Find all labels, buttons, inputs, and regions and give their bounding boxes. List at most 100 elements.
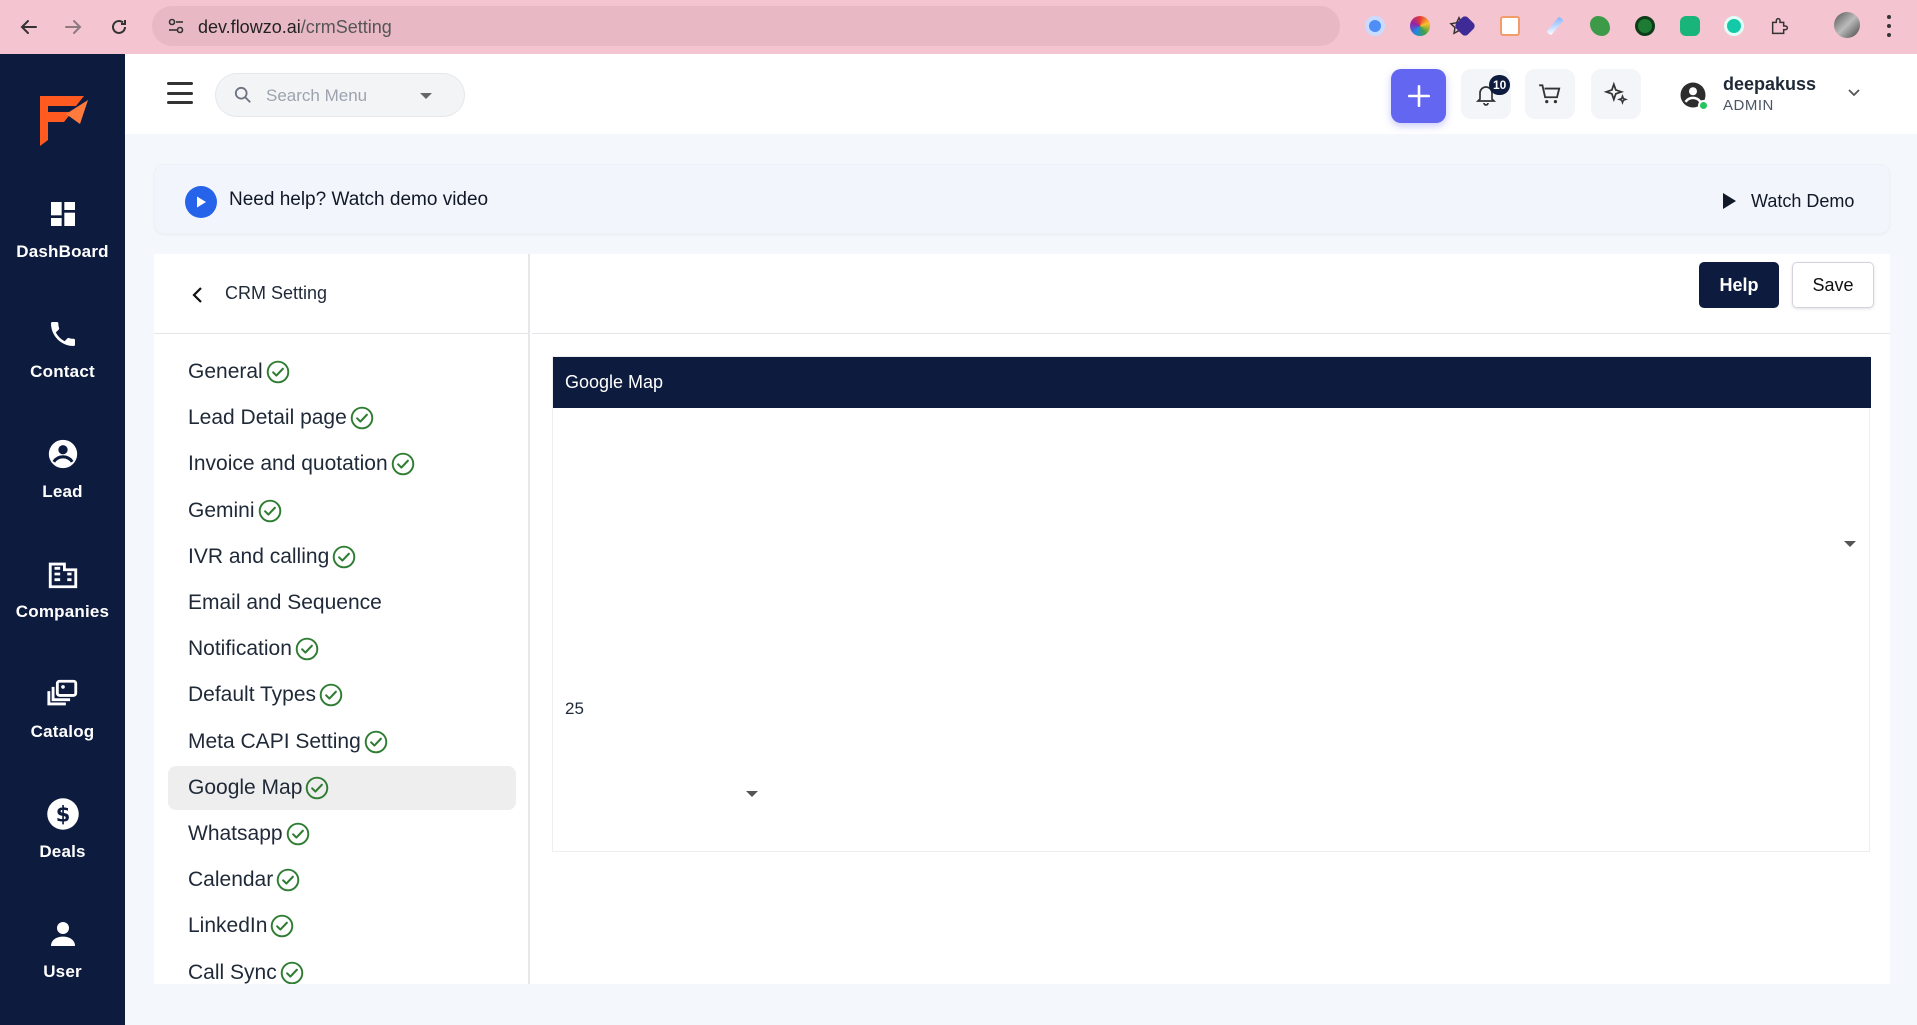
settings-menu-item-label: Google Map xyxy=(188,776,303,799)
svg-text:$: $ xyxy=(55,803,70,827)
settings-menu-item[interactable]: Invoice and quotation xyxy=(168,442,516,486)
extension-8-icon[interactable] xyxy=(1678,14,1702,38)
settings-menu-item[interactable]: Gemini xyxy=(168,489,516,533)
sidebar-item-label: Companies xyxy=(15,602,110,621)
cart-button[interactable] xyxy=(1525,69,1575,119)
sidebar-item-dashboard[interactable]: DashBoard xyxy=(0,194,125,284)
save-button[interactable]: Save xyxy=(1792,262,1874,308)
url-text: dev.flowzo.ai/crmSetting xyxy=(198,17,392,37)
settings-menu-item-label: Notification xyxy=(188,637,292,660)
chevron-left-icon[interactable] xyxy=(190,286,206,309)
play-circle-icon[interactable] xyxy=(185,186,217,218)
settings-menu-item-label: Call Sync xyxy=(188,961,277,984)
settings-menu-item[interactable]: Calendar xyxy=(168,858,516,902)
catalog-icon xyxy=(43,674,83,714)
caret-down-icon[interactable] xyxy=(1844,541,1856,547)
settings-menu-item[interactable]: IVR and calling xyxy=(168,535,516,579)
sidebar-item-deals[interactable]: $ Deals xyxy=(0,794,125,884)
check-circle-icon xyxy=(304,775,330,801)
search-menu-input[interactable]: Search Menu xyxy=(215,73,465,117)
browser-toolbar: dev.flowzo.ai/crmSetting xyxy=(0,0,1917,54)
sidebar-item-contact[interactable]: Contact xyxy=(0,314,125,404)
search-placeholder: Search Menu xyxy=(266,86,368,105)
extension-5-icon[interactable] xyxy=(1543,14,1567,38)
sidebar-item-label: Lead xyxy=(42,482,83,501)
flowzo-logo[interactable] xyxy=(36,90,90,146)
help-banner-text: Need help? Watch demo video xyxy=(229,189,489,210)
search-icon xyxy=(234,86,252,109)
settings-menu-item[interactable]: Meta CAPI Setting xyxy=(168,720,516,764)
zoom-value: 25 xyxy=(565,699,584,718)
check-circle-icon xyxy=(349,405,375,431)
sidebar-item-label: DashBoard xyxy=(16,242,109,261)
sidebar-item-label: Contact xyxy=(30,362,95,381)
chevron-down-icon[interactable] xyxy=(1846,84,1862,105)
extension-2-icon[interactable] xyxy=(1408,14,1432,38)
sidebar-item-user[interactable]: User xyxy=(0,914,125,1004)
extension-6-icon[interactable] xyxy=(1588,14,1612,38)
sidebar-item-label: User xyxy=(43,962,82,981)
check-circle-icon xyxy=(265,359,291,385)
person-circle-icon xyxy=(43,434,83,474)
extension-1-icon[interactable] xyxy=(1363,14,1387,38)
settings-menu-item[interactable]: LinkedIn xyxy=(168,904,516,948)
notification-count-badge: 10 xyxy=(1489,75,1511,95)
settings-menu-item[interactable]: Lead Detail page xyxy=(168,396,516,440)
hamburger-menu-icon[interactable] xyxy=(167,82,193,104)
sidebar-item-companies[interactable]: Companies xyxy=(0,554,125,644)
sidebar-item-label: Catalog xyxy=(30,722,95,741)
user-name: deepakuss xyxy=(1723,74,1817,94)
user-icon xyxy=(43,914,83,954)
settings-menu-item-label: Gemini xyxy=(188,499,255,522)
extensions-puzzle-icon[interactable] xyxy=(1768,14,1792,38)
add-button[interactable] xyxy=(1391,69,1446,123)
page-bottom xyxy=(125,984,1917,1025)
reload-icon[interactable] xyxy=(104,12,134,42)
section-title: Google Map xyxy=(565,372,664,392)
extension-3-icon[interactable] xyxy=(1453,14,1477,38)
google-map-section-header: Google Map xyxy=(553,357,1871,408)
settings-menu-item[interactable]: Email and Sequence xyxy=(168,581,516,625)
site-settings-icon[interactable] xyxy=(166,16,186,36)
browser-menu-icon[interactable] xyxy=(1884,12,1894,40)
dashboard-icon xyxy=(43,194,83,234)
settings-content-header: Help Save xyxy=(532,254,1890,334)
help-button[interactable]: Help xyxy=(1699,262,1779,308)
check-circle-icon xyxy=(269,913,295,939)
notifications-button[interactable]: 10 xyxy=(1461,69,1511,119)
sidebar-item-label: Deals xyxy=(39,842,86,861)
settings-menu-item[interactable]: Google Map xyxy=(168,766,516,810)
settings-menu-item-label: Lead Detail page xyxy=(188,406,347,429)
extension-4-icon[interactable] xyxy=(1498,14,1522,38)
check-circle-icon xyxy=(294,636,320,662)
settings-menu-item[interactable]: Default Types xyxy=(168,673,516,717)
extension-7-icon[interactable] xyxy=(1633,14,1657,38)
check-circle-icon xyxy=(363,729,389,755)
settings-menu-item-label: IVR and calling xyxy=(188,545,330,568)
sidebar-item-catalog[interactable]: Catalog xyxy=(0,674,125,764)
forward-arrow-icon[interactable] xyxy=(58,12,88,42)
extension-9-icon[interactable] xyxy=(1722,14,1746,38)
settings-menu-item-label: LinkedIn xyxy=(188,914,268,937)
settings-menu-item[interactable]: Notification xyxy=(168,627,516,671)
online-status-dot xyxy=(1698,100,1709,111)
cart-icon xyxy=(1539,84,1561,104)
ai-sparkle-button[interactable] xyxy=(1591,69,1641,119)
settings-menu-item-label: Whatsapp xyxy=(188,822,283,845)
settings-menu-item-label: Meta CAPI Setting xyxy=(188,730,361,753)
browser-profile-avatar[interactable] xyxy=(1834,12,1860,38)
crm-settings-panel: CRM Setting General Lead Detail page Invoi… xyxy=(154,254,1890,985)
settings-menu-item[interactable]: Whatsapp xyxy=(168,812,516,856)
watch-demo-button[interactable]: Watch Demo xyxy=(1721,187,1854,215)
user-menu[interactable]: deepakuss ADMIN xyxy=(1678,70,1878,118)
back-arrow-icon[interactable] xyxy=(14,12,44,42)
check-circle-icon xyxy=(257,498,283,524)
settings-content: Help Save Google Map 25 xyxy=(532,254,1890,984)
phone-icon xyxy=(43,314,83,354)
sidebar-item-lead[interactable]: Lead xyxy=(0,434,125,524)
address-bar[interactable]: dev.flowzo.ai/crmSetting xyxy=(152,6,1469,46)
settings-menu-item-label: General xyxy=(188,360,263,383)
caret-down-icon[interactable] xyxy=(420,93,432,99)
caret-down-icon[interactable] xyxy=(746,791,758,797)
settings-menu-item[interactable]: General xyxy=(168,350,516,394)
